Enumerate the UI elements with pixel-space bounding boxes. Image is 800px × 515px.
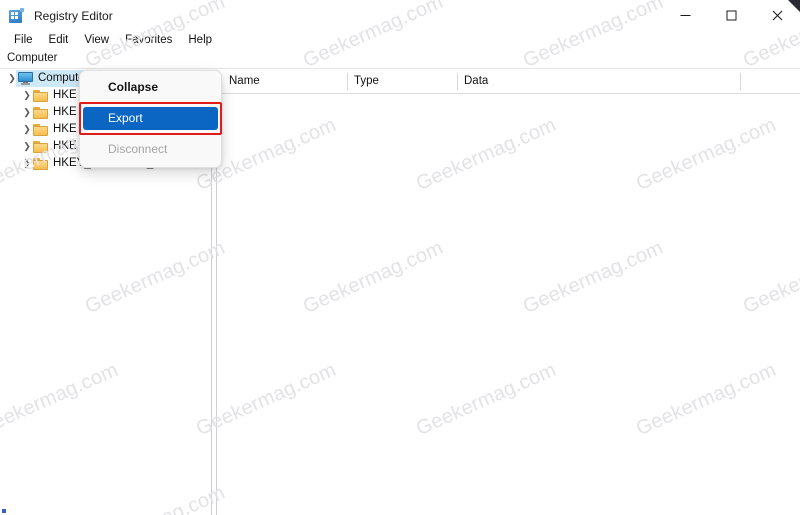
context-menu-item-export[interactable]: Export <box>83 107 218 130</box>
values-list-body[interactable] <box>222 94 800 515</box>
registry-editor-icon <box>9 7 25 24</box>
chevron-right-icon[interactable]: ❯ <box>21 104 33 121</box>
menu-bar: File Edit View Favorites Help <box>0 31 800 49</box>
tree-item-label: HKE <box>53 106 77 118</box>
chevron-right-icon[interactable]: ❯ <box>21 138 33 155</box>
context-menu-separator <box>90 133 211 134</box>
tree-item-label: HKE <box>53 140 77 152</box>
column-separator[interactable] <box>740 73 741 90</box>
maximize-button[interactable] <box>708 0 754 31</box>
column-header-data[interactable]: Data <box>457 70 740 93</box>
tree-item-label: HKE <box>53 123 77 135</box>
context-menu-separator <box>90 103 211 104</box>
folder-icon <box>33 140 48 153</box>
column-header-type[interactable]: Type <box>347 70 457 93</box>
window-controls <box>662 0 800 31</box>
window-title: Registry Editor <box>34 8 113 23</box>
chevron-right-icon[interactable]: ❯ <box>21 155 33 172</box>
context-menu[interactable]: Collapse Export Disconnect <box>79 70 222 168</box>
context-menu-item-collapse[interactable]: Collapse <box>80 75 221 100</box>
column-header-name[interactable]: Name <box>222 70 347 93</box>
menu-item-edit[interactable]: Edit <box>41 31 77 49</box>
tree-item-label: HKE <box>53 89 77 101</box>
monitor-icon <box>18 72 33 85</box>
corner-marker <box>2 509 6 513</box>
menu-item-view[interactable]: View <box>76 31 117 49</box>
folder-icon <box>33 106 48 119</box>
address-bar[interactable]: Computer <box>0 50 800 69</box>
folder-icon <box>33 89 48 102</box>
minimize-button[interactable] <box>662 0 708 31</box>
values-list-header: Name Type Data <box>222 70 800 94</box>
title-bar-left: Registry Editor <box>9 0 113 31</box>
menu-item-favorites[interactable]: Favorites <box>117 31 180 49</box>
close-button[interactable] <box>754 0 800 31</box>
chevron-right-icon[interactable]: ❯ <box>21 121 33 138</box>
chevron-right-icon[interactable]: ❯ <box>21 87 33 104</box>
values-list-pane[interactable]: Name Type Data <box>222 70 800 515</box>
context-menu-item-disconnect: Disconnect <box>108 142 168 156</box>
address-path: Computer <box>7 52 58 64</box>
folder-icon <box>33 123 48 136</box>
registry-editor-window: Registry Editor File Edit View Favorites… <box>0 0 800 515</box>
context-menu-export-wrap: Export <box>79 102 222 135</box>
menu-item-help[interactable]: Help <box>180 31 220 49</box>
folder-icon <box>33 157 48 170</box>
menu-item-file[interactable]: File <box>6 31 41 49</box>
title-bar: Registry Editor <box>0 0 800 31</box>
